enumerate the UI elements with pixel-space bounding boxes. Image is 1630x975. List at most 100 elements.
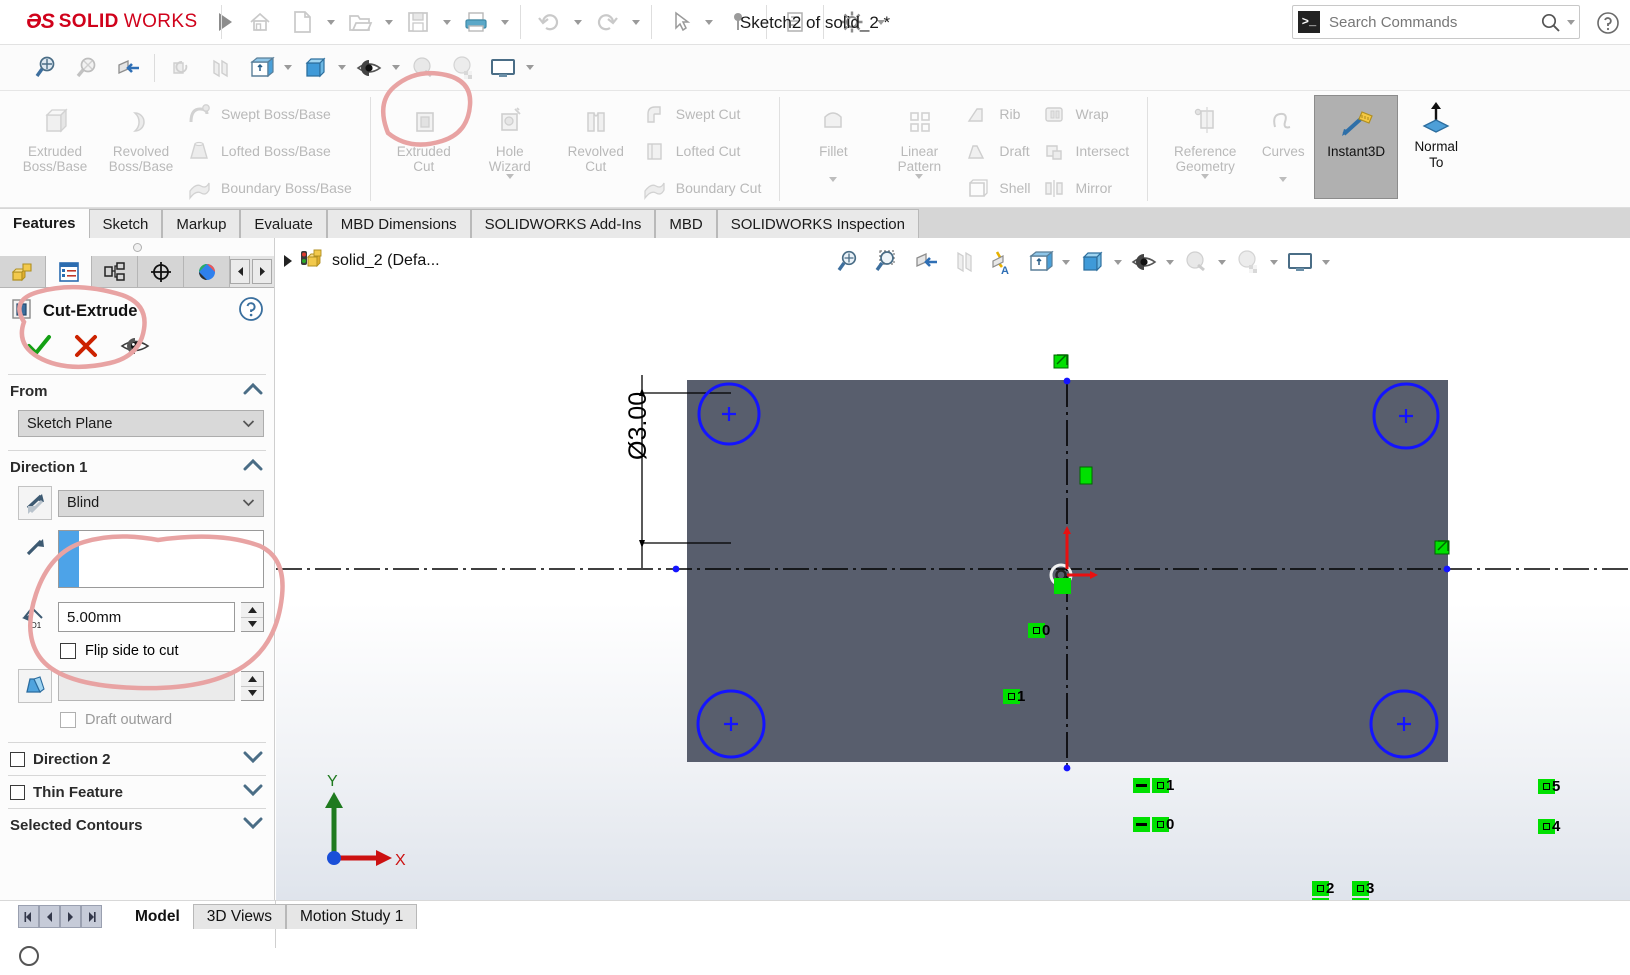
hide-show-items-icon[interactable] [1125,243,1163,281]
wrap-item[interactable]: Wrap [1039,96,1138,133]
direction2-checkbox[interactable] [10,751,25,767]
display-style-caret-icon[interactable] [335,49,349,87]
flip-side-to-cut-checkbox[interactable] [60,643,76,659]
search-caret-icon[interactable] [1563,19,1579,25]
depth-stepper-up[interactable] [241,603,263,617]
rebuild-icon[interactable] [775,3,815,41]
depth-stepper-down[interactable] [241,616,263,632]
display-monitor-caret-icon[interactable] [1319,243,1333,281]
options-caret-icon[interactable] [874,3,888,41]
view-settings-icon[interactable] [443,47,483,89]
status-windows-icon[interactable] [18,945,42,967]
undo-icon[interactable] [529,3,569,41]
tab-mbd[interactable]: MBD [655,209,717,238]
last-record-icon[interactable] [81,905,102,928]
diameter-dimension[interactable]: Ø3.00 [624,392,653,460]
tab-solidworks-inspection[interactable]: SOLIDWORKS Inspection [716,209,919,238]
draft-outward-row[interactable]: Draft outward [0,706,274,734]
view-orientation-quick-icon[interactable]: A [983,243,1021,281]
new-document-caret-icon[interactable] [324,3,338,41]
zoom-to-fit-icon[interactable] [831,243,869,281]
hole-wizard-caret-icon[interactable] [505,174,514,190]
lofted-boss-base-item[interactable]: Lofted Boss/Base [184,133,360,170]
help-circle-icon[interactable] [1594,9,1622,37]
relation-mark-horizontal-0[interactable]: 0 [1133,817,1174,832]
depth-stepper[interactable] [241,602,264,632]
prev-record-icon[interactable] [39,905,60,928]
swept-cut-item[interactable]: Swept Cut [639,96,770,133]
revolved-boss-base-button[interactable]: Revolved Boss/Base [98,91,184,207]
curves-button[interactable]: Curves [1252,91,1314,207]
dimxpert-manager-tab[interactable] [138,256,184,287]
panel-grip[interactable] [0,238,274,256]
save-icon[interactable] [398,3,438,41]
tab-solidworks-addins[interactable]: SOLIDWORKS Add-Ins [470,209,656,238]
open-caret-icon[interactable] [382,3,396,41]
view-orientation-cube-icon[interactable] [241,47,281,89]
draft-outward-checkbox[interactable] [60,712,76,728]
print-icon[interactable] [456,3,496,41]
instant3d-button[interactable]: Instant3D [1314,95,1399,199]
chevron-down-icon[interactable] [242,783,264,801]
relation-mark-concentric-5b[interactable]: 5 [1538,779,1560,794]
thin-feature-checkbox[interactable] [10,784,25,800]
apply-scene-icon[interactable] [1177,243,1215,281]
linear-pattern-caret-icon[interactable] [915,174,924,190]
depth-input[interactable]: 5.00mm [58,602,235,632]
apply-scene-caret-icon[interactable] [1215,243,1229,281]
end-condition-select[interactable]: Blind [58,489,264,517]
mirror-view-icon[interactable] [201,47,241,89]
relation-mark-vertical-3[interactable]: 3 [1352,881,1374,900]
display-monitor-icon[interactable] [1281,243,1319,281]
magnifier-pin-icon[interactable] [718,3,758,41]
feature-tree-flyout[interactable]: solid_2 (Defa... [284,246,440,275]
next-tab-arrow-icon[interactable] [252,259,272,284]
zoom-to-fit-icon[interactable] [68,47,108,89]
display-style-caret-icon[interactable] [1111,243,1125,281]
extruded-cut-button[interactable]: Extruded Cut [381,91,467,207]
zoom-to-area-icon[interactable] [869,243,907,281]
start-condition-select[interactable]: Sketch Plane [18,410,264,437]
reverse-direction-icon[interactable] [18,486,52,520]
relation-mark-concentric-0[interactable]: 0 [1028,623,1050,638]
hide-show-caret-icon[interactable] [1163,243,1177,281]
tab-sketch[interactable]: Sketch [88,209,163,238]
section-direction1-header[interactable]: Direction 1 [0,451,274,483]
display-monitor-icon[interactable] [483,47,523,89]
search-icon[interactable] [1537,12,1563,33]
hide-show-items-icon[interactable] [349,47,389,89]
section-direction2-header[interactable]: Direction 2 [0,743,274,775]
chevron-up-icon[interactable] [242,382,264,400]
chevron-down-icon[interactable] [242,750,264,768]
revolved-cut-button[interactable]: Revolved Cut [553,91,639,207]
next-record-icon[interactable] [60,905,81,928]
redo-caret-icon[interactable] [629,3,643,41]
zoom-to-area-icon[interactable] [28,47,68,89]
draft-angle-stepper[interactable] [241,671,264,701]
print-caret-icon[interactable] [498,3,512,41]
tab-features[interactable]: Features [0,209,89,238]
feature-manager-tab[interactable] [0,256,46,287]
draft-stepper-up[interactable] [241,672,263,686]
prev-tab-arrow-icon[interactable] [230,259,250,284]
chevron-down-icon[interactable] [242,816,264,834]
extruded-boss-base-button[interactable]: Extruded Boss/Base [12,91,98,207]
help-circle-icon[interactable] [238,296,264,327]
draft-item[interactable]: Draft [962,133,1038,170]
tab-markup[interactable]: Markup [162,209,241,238]
mirror-item[interactable]: Mirror [1039,170,1138,207]
draft-angle-icon[interactable] [18,669,52,703]
undo-caret-icon[interactable] [571,3,585,41]
search-commands-box[interactable]: >_ Search Commands [1292,5,1580,39]
home-icon[interactable] [240,3,280,41]
cancel-button[interactable] [74,334,98,363]
tab-evaluate[interactable]: Evaluate [240,209,327,238]
display-style-icon[interactable] [1073,243,1111,281]
section-thin-feature-header[interactable]: Thin Feature [0,776,274,808]
property-manager-tab[interactable] [46,256,92,287]
feature-tree-root-label[interactable]: solid_2 (Defa... [332,252,440,270]
rib-item[interactable]: Rib [962,96,1038,133]
select-arrow-icon[interactable] [660,3,700,41]
fillet-button[interactable]: Fillet [790,91,876,207]
ok-button[interactable] [26,333,52,364]
